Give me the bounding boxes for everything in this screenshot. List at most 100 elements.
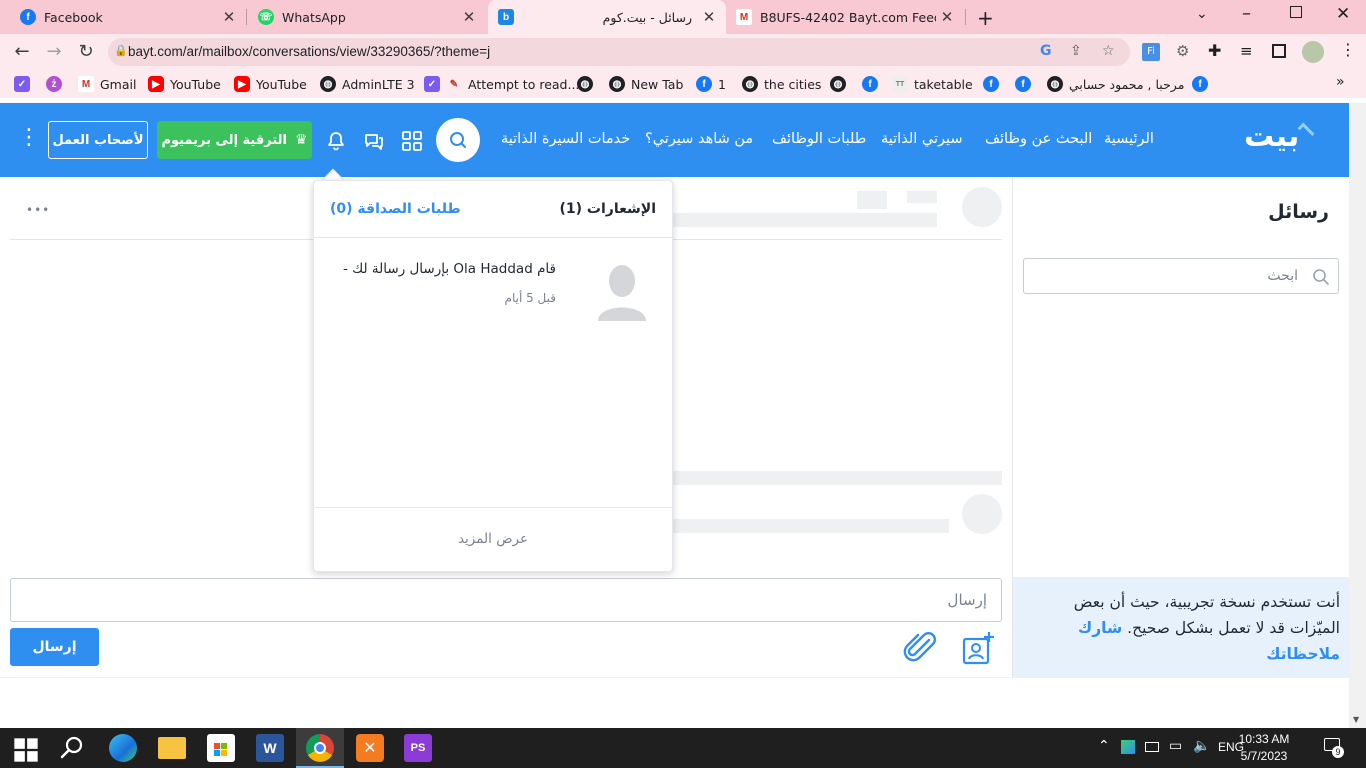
bookmark-item[interactable]: ◍ AdminLTE 3 bbox=[320, 74, 415, 94]
browser-tab-facebook[interactable]: f Facebook ✕ bbox=[12, 0, 246, 34]
apps-grid-icon[interactable] bbox=[401, 130, 423, 152]
attachment-icon[interactable] bbox=[902, 630, 938, 666]
header-search-button[interactable] bbox=[436, 118, 480, 162]
address-bar[interactable]: 🔒 bayt.com/ar/mailbox/conversations/view… bbox=[108, 38, 1130, 66]
file-explorer-icon[interactable] bbox=[158, 737, 186, 759]
bookmark-item[interactable]: ◍ the cities bbox=[742, 74, 821, 94]
restore-button[interactable] bbox=[1290, 6, 1302, 18]
bell-icon[interactable] bbox=[325, 130, 347, 152]
reload-icon[interactable]: ↻ bbox=[76, 42, 96, 62]
tab-friend-requests[interactable]: طلبات الصداقة (0) bbox=[330, 201, 461, 217]
tray-app-icon[interactable] bbox=[1121, 740, 1135, 754]
media-queue-icon[interactable]: ≡ bbox=[1240, 42, 1253, 60]
browser-tab-strip: f Facebook ✕ ☏ WhatsApp ✕ b رسائل - بيت.… bbox=[0, 0, 1366, 34]
battery-icon[interactable] bbox=[1145, 742, 1159, 752]
close-icon[interactable]: ✕ bbox=[938, 8, 956, 26]
tray-chevron-up-icon[interactable]: ⌃ bbox=[1098, 738, 1110, 754]
word-icon[interactable]: W bbox=[256, 734, 284, 762]
close-icon[interactable]: ✕ bbox=[460, 8, 478, 26]
bookmark-item[interactable]: f bbox=[1015, 74, 1037, 94]
nav-job-applications[interactable]: طلبات الوظائف bbox=[772, 131, 866, 147]
bookmark-item[interactable]: f bbox=[983, 74, 1005, 94]
tab-search-chevron-icon[interactable]: ⌄ bbox=[1196, 6, 1208, 22]
employers-button[interactable]: لأصحاب العمل bbox=[48, 121, 148, 159]
tab-notifications[interactable]: الإشعارات (1) bbox=[559, 201, 656, 217]
dropdown-divider bbox=[314, 237, 672, 238]
bookmark-item[interactable]: ✓ bbox=[14, 74, 36, 94]
xampp-icon[interactable]: ✕ bbox=[356, 734, 384, 762]
notification-item[interactable]: قام Ola Haddad بإرسال رسالة لك - قبل 5 أ… bbox=[314, 241, 672, 331]
skeleton-line bbox=[673, 471, 1002, 485]
bookmark-item[interactable]: ◍ مرحبا , محمود حسابي bbox=[1047, 74, 1184, 94]
bookmark-item[interactable]: ◍ New Tab bbox=[609, 74, 683, 94]
browser-tab-whatsapp[interactable]: ☏ WhatsApp ✕ bbox=[250, 0, 486, 34]
share-icon[interactable]: ⇪ bbox=[1070, 43, 1082, 59]
bookmarks-overflow-icon[interactable]: » bbox=[1336, 74, 1345, 90]
search-icon[interactable] bbox=[58, 734, 86, 762]
conversation-more-icon[interactable]: ••• bbox=[26, 203, 50, 217]
bookmark-item[interactable]: ż bbox=[46, 74, 68, 94]
upgrade-premium-button[interactable]: الترقية إلى بريميوم ♛ bbox=[157, 121, 312, 159]
bookmark-item[interactable]: M Gmail bbox=[78, 74, 136, 94]
scroll-down-arrow-icon[interactable]: ▼ bbox=[1353, 715, 1359, 724]
notification-center-icon[interactable]: 9 bbox=[1324, 738, 1344, 758]
new-tab-button[interactable]: + bbox=[977, 6, 994, 30]
side-panel-icon[interactable] bbox=[1272, 44, 1286, 58]
tab-title: رسائل - بيت.كوم bbox=[602, 9, 692, 25]
url-text[interactable]: bayt.com/ar/mailbox/conversations/view/3… bbox=[128, 44, 490, 59]
nav-cv-viewers[interactable]: من شاهد سيرتي؟ bbox=[645, 131, 753, 147]
bookmark-item[interactable]: TT taketable bbox=[892, 74, 973, 94]
store-icon[interactable] bbox=[207, 734, 235, 762]
nav-cv-services[interactable]: خدمات السيرة الذاتية bbox=[501, 131, 630, 147]
kebab-menu-icon[interactable]: ⋮ bbox=[18, 125, 40, 150]
browser-tab-gmail[interactable]: M B8UFS-42402 Bayt.com Feedback ✕ bbox=[728, 0, 964, 34]
search-icon bbox=[450, 132, 466, 148]
nav-home[interactable]: الرئيسية bbox=[1104, 131, 1154, 147]
phpstorm-icon[interactable]: PS bbox=[404, 734, 432, 762]
add-contact-icon[interactable] bbox=[960, 630, 996, 666]
bookmark-label: Attempt to read... bbox=[468, 76, 580, 92]
close-icon[interactable]: ✕ bbox=[700, 8, 718, 26]
messages-search-input[interactable]: ابحث bbox=[1023, 258, 1339, 294]
skeleton-line bbox=[673, 213, 937, 227]
bookmark-item[interactable]: f bbox=[1192, 74, 1214, 94]
window-close-button[interactable]: ✕ bbox=[1336, 4, 1350, 24]
bookmark-label: 1 bbox=[718, 76, 726, 92]
bookmark-item[interactable]: ◍ bbox=[577, 74, 599, 94]
chrome-icon[interactable] bbox=[306, 734, 334, 762]
bookmark-item[interactable]: ✓ bbox=[424, 74, 446, 94]
bookmark-item[interactable]: f1 bbox=[696, 74, 726, 94]
page-scrollbar[interactable]: ▼ bbox=[1349, 103, 1366, 728]
extension-hub-icon[interactable]: ⚙ bbox=[1176, 42, 1189, 60]
message-input[interactable]: إرسال bbox=[10, 578, 1002, 622]
send-button[interactable]: إرسال bbox=[10, 628, 99, 666]
bookmark-item[interactable]: ◍ bbox=[830, 74, 852, 94]
back-arrow-icon[interactable]: ← bbox=[12, 42, 32, 62]
minimize-button[interactable]: – bbox=[1242, 3, 1251, 24]
bookmark-item[interactable]: ✎ Attempt to read... bbox=[446, 74, 580, 94]
clock[interactable]: 10:33 AM 5/7/2023 bbox=[1234, 732, 1294, 763]
forward-arrow-icon[interactable]: → bbox=[44, 42, 64, 62]
profile-avatar[interactable] bbox=[1302, 41, 1324, 63]
star-bookmark-icon[interactable]: ☆ bbox=[1102, 43, 1115, 59]
bookmark-item[interactable]: ▶ YouTube bbox=[148, 74, 221, 94]
facebook-icon: f bbox=[862, 76, 878, 92]
messages-icon[interactable] bbox=[363, 130, 385, 152]
bookmark-item[interactable]: f bbox=[862, 74, 884, 94]
show-more-link[interactable]: عرض المزيد bbox=[314, 531, 672, 547]
windows-start-icon[interactable] bbox=[12, 736, 40, 764]
volume-icon[interactable]: 🔈 bbox=[1193, 738, 1210, 754]
browser-tab-bayt[interactable]: b رسائل - بيت.كوم ✕ bbox=[488, 0, 726, 34]
browser-menu-icon[interactable]: ⋮ bbox=[1340, 40, 1356, 59]
bayt-logo[interactable]: بيت bbox=[1244, 119, 1299, 154]
nav-job-search[interactable]: البحث عن وظائف bbox=[985, 131, 1092, 147]
extensions-puzzle-icon[interactable]: ✚ bbox=[1208, 41, 1221, 60]
google-icon[interactable]: G bbox=[1040, 43, 1052, 59]
edge-icon[interactable] bbox=[109, 734, 137, 762]
bookmark-item[interactable]: ▶ YouTube bbox=[234, 74, 307, 94]
network-icon[interactable]: ▭ bbox=[1169, 738, 1182, 754]
search-icon bbox=[1313, 269, 1329, 285]
close-icon[interactable]: ✕ bbox=[220, 8, 238, 26]
nav-my-cv[interactable]: سيرتي الذاتية bbox=[881, 131, 963, 147]
extension-fi-icon[interactable]: Fi bbox=[1142, 43, 1160, 61]
